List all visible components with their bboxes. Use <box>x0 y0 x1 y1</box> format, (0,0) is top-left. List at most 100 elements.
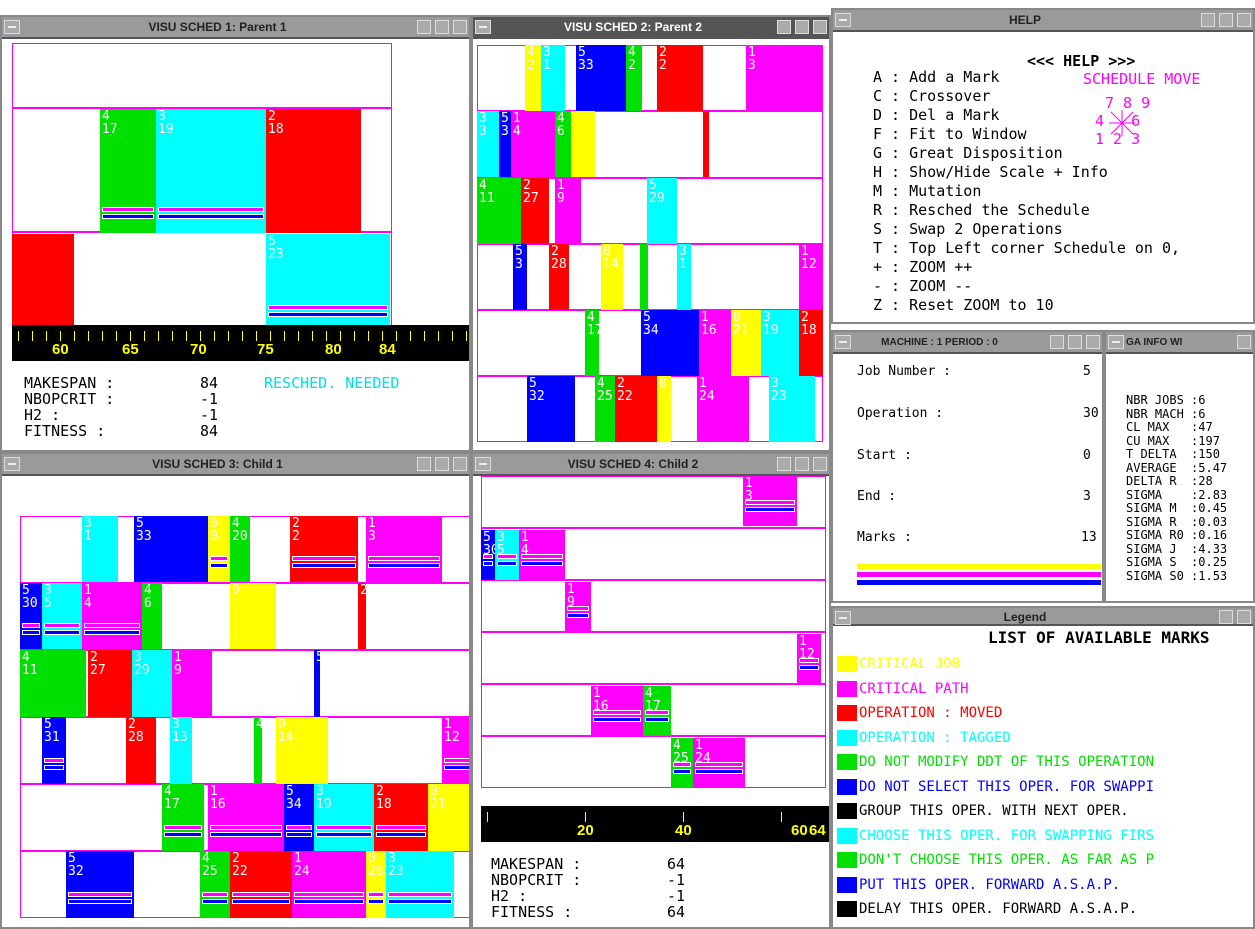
operation-block[interactable]: 5 3 <box>499 111 511 177</box>
close-button[interactable] <box>1237 13 1251 27</box>
operation-block[interactable]: 4 6 <box>555 111 571 177</box>
operation-block[interactable] <box>12 234 74 331</box>
operation-block[interactable]: 2 2 <box>290 516 358 582</box>
title-bar[interactable]: Legend <box>833 608 1253 626</box>
operation-block[interactable]: 3 19 <box>761 310 799 376</box>
operation-block[interactable]: 2 18 <box>799 310 823 376</box>
operation-block[interactable]: 0 0 <box>208 516 230 582</box>
operation-block[interactable]: 2 28 <box>549 244 569 310</box>
maximize-button[interactable] <box>1219 13 1233 27</box>
operation-block[interactable]: 5 34 <box>641 310 699 376</box>
operation-block[interactable]: 3 5 <box>495 530 519 580</box>
sched-window-parent-1[interactable]: VISU SCHED 1: Parent 1 4 17 3 19 2 18 5 23 … <box>0 15 471 452</box>
operation-block[interactable]: 5 23 <box>266 234 390 331</box>
operation-block[interactable]: 1 16 <box>208 784 284 851</box>
operation-block[interactable]: 1 4 <box>511 111 555 177</box>
operation-block[interactable]: 0 14 <box>276 717 328 784</box>
operation-block[interactable]: 4 2 <box>626 45 642 111</box>
operation-block[interactable]: 1 16 <box>699 310 731 376</box>
maximize-button[interactable] <box>1068 335 1082 349</box>
operation-block[interactable]: 1 9 <box>172 650 212 717</box>
window-menu-button[interactable] <box>835 13 851 27</box>
close-button[interactable] <box>453 457 467 471</box>
maximize-button[interactable] <box>795 20 809 34</box>
operation-block[interactable]: 1 24 <box>693 738 745 788</box>
operation-block[interactable]: 5 30 <box>481 530 495 580</box>
operation-block[interactable]: 5 <box>314 650 320 717</box>
operation-block[interactable]: 0 <box>657 376 671 442</box>
operation-block[interactable]: 3 19 <box>314 784 374 851</box>
sched-window-child-2[interactable]: VISU SCHED 4: Child 2 1 35 303 51 41 91 … <box>471 452 831 929</box>
operation-block[interactable]: 1 24 <box>292 851 366 918</box>
operation-block[interactable] <box>571 111 595 177</box>
operation-block[interactable]: 1 3 <box>743 476 797 526</box>
minimize-button[interactable] <box>777 20 791 34</box>
title-bar[interactable]: GA INFO WI <box>1106 332 1253 354</box>
machine-info-window[interactable]: MACHINE : 1 PERIOD : 0 Job Number : 5 Op… <box>831 330 1104 603</box>
operation-block[interactable]: 2 27 <box>88 650 136 717</box>
operation-block[interactable]: 4 17 <box>162 784 204 851</box>
operation-block[interactable]: 1 4 <box>519 530 565 580</box>
operation-block[interactable]: 3 19 <box>156 109 266 233</box>
operation-block[interactable]: 4 17 <box>585 310 599 376</box>
operation-block[interactable]: 4 25 <box>595 376 615 442</box>
operation-block[interactable]: 5 34 <box>284 784 314 851</box>
close-button[interactable] <box>1237 610 1251 624</box>
operation-block[interactable]: 3 1 <box>82 516 118 582</box>
operation-block[interactable]: 4 17 <box>643 686 671 736</box>
operation-block[interactable]: 2 22 <box>230 851 292 918</box>
operation-block[interactable]: 3 3 <box>477 111 499 177</box>
operation-block[interactable]: 3 29 <box>132 650 172 717</box>
sched-window-child-1[interactable]: VISU SCHED 3: Child 1 3 15 33 0 04 20 2 21… <box>0 452 471 929</box>
minimize-button[interactable] <box>1050 335 1064 349</box>
close-button[interactable] <box>1086 335 1100 349</box>
maximize-button[interactable] <box>435 457 449 471</box>
operation-block[interactable]: 1 4 <box>82 583 142 649</box>
operation-block[interactable]: 2 18 <box>266 109 361 233</box>
operation-block[interactable]: 0 <box>230 583 276 649</box>
sched-window-parent-2[interactable]: VISU SCHED 2: Parent 2 4 2 3 1 5 33 4 2 2 2 1… <box>471 15 831 452</box>
operation-block[interactable]: 4 17 <box>100 109 156 233</box>
operation-block[interactable]: 5 33 <box>134 516 208 582</box>
operation-block[interactable]: 2 18 <box>374 784 428 851</box>
window-menu-button[interactable] <box>475 457 491 471</box>
operation-block[interactable]: 0 14 <box>601 244 623 310</box>
schedule-canvas[interactable]: 4 2 3 1 5 33 4 2 2 2 1 3 3 3 5 3 1 4 4 6 4 11 2 27 1… <box>477 45 823 443</box>
window-menu-button[interactable] <box>835 611 851 625</box>
operation-block[interactable]: 5 32 <box>66 851 134 918</box>
operation-block[interactable]: 5 33 <box>576 45 626 111</box>
operation-block[interactable]: 4 25 <box>200 851 230 918</box>
close-button[interactable] <box>1237 335 1251 349</box>
operation-block[interactable]: 1 9 <box>555 178 581 244</box>
title-bar[interactable]: VISU SCHED 4: Child 2 <box>473 454 829 476</box>
operation-block[interactable]: 1 3 <box>366 516 442 582</box>
operation-block[interactable]: 0 21 <box>731 310 761 376</box>
operation-block[interactable]: 5 3 <box>513 244 527 310</box>
operation-block[interactable]: 2 28 <box>126 717 156 784</box>
minimize-button[interactable] <box>777 457 791 471</box>
schedule-canvas[interactable]: 3 1 5 33 0 0 4 20 2 2 1 3 5 30 3 5 1 4 4 6 0 2 4 11 2… <box>20 516 469 926</box>
operation-block[interactable]: 4 6 <box>142 583 162 649</box>
operation-block[interactable]: 2 <box>358 583 366 649</box>
window-menu-button[interactable] <box>475 20 491 34</box>
operation-block[interactable]: 5 31 <box>42 717 66 784</box>
operation-block[interactable]: 5 30 <box>20 583 42 649</box>
operation-block[interactable]: 4 11 <box>477 178 521 244</box>
operation-block[interactable]: 1 24 <box>697 376 749 442</box>
operation-block[interactable]: 3 1 <box>677 244 691 310</box>
operation-block[interactable]: 3 1 <box>541 45 565 111</box>
title-bar[interactable]: MACHINE : 1 PERIOD : 0 <box>833 332 1102 354</box>
operation-block[interactable]: 0 21 <box>428 784 469 851</box>
title-bar[interactable]: VISU SCHED 2: Parent 2 <box>473 17 829 39</box>
operation-block[interactable]: 1 12 <box>797 634 821 684</box>
minimize-button[interactable] <box>1201 13 1215 27</box>
operation-block[interactable]: 3 23 <box>386 851 454 918</box>
operation-block[interactable]: 3 5 <box>42 583 82 649</box>
operation-block[interactable]: 1 12 <box>442 717 469 784</box>
operation-block[interactable]: 4 20 <box>230 516 250 582</box>
operation-block[interactable]: 4 2 <box>525 45 541 111</box>
operation-block[interactable]: 1 3 <box>746 45 822 111</box>
ga-info-window[interactable]: GA INFO WI NBR JOBS :6 NBR MACH :6 CL MAX … <box>1104 330 1255 603</box>
help-window[interactable]: HELP <<< HELP >>> A : Add a Mark C : Cros… <box>831 8 1255 324</box>
operation-block[interactable]: 0 26 <box>366 851 386 918</box>
